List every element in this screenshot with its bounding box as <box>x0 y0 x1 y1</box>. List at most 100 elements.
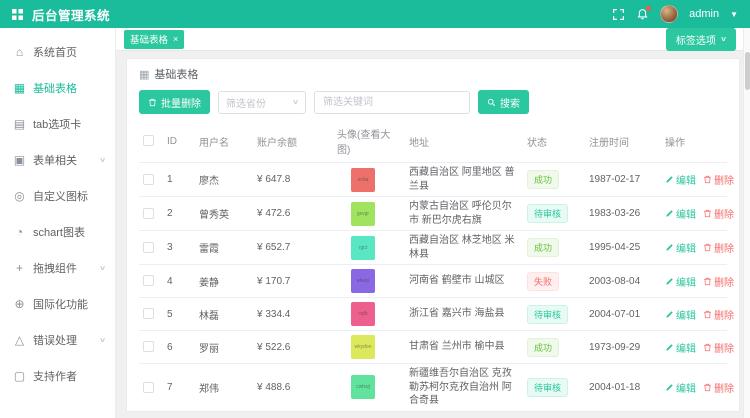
column-header: 头像(查看大图) <box>333 121 405 163</box>
sidebar-item-form[interactable]: ▣表单相关∨ <box>0 142 115 178</box>
edit-link[interactable]: 编辑 <box>665 340 696 355</box>
edit-link[interactable]: 编辑 <box>665 206 696 221</box>
user-caret-down-icon[interactable]: ▼ <box>730 10 738 19</box>
tab-tag-label: 基础表格 <box>130 32 168 46</box>
sidebar-item-label: 表单相关 <box>33 152 100 168</box>
user-avatar[interactable] <box>660 5 678 23</box>
edit-pencil-icon <box>665 175 674 184</box>
table-row: 5林磊¥ 334.4cqfh浙江省 嘉兴市 海盐县待审核2004-07-01编辑… <box>139 298 727 331</box>
avatar-thumbnail[interactable]: cwhwj <box>351 375 375 399</box>
avatar-thumbnail[interactable]: cqfh <box>351 302 375 326</box>
table-row: 4姜静¥ 170.7afeep河南省 鹤壁市 山城区失败2003-08-04编辑… <box>139 265 727 298</box>
delete-link[interactable]: 删除 <box>703 380 734 395</box>
avatar-thumbnail[interactable]: afeep <box>351 269 375 293</box>
edit-link[interactable]: 编辑 <box>665 172 696 187</box>
content-area: ▦ 基础表格 批量删除 筛选省份 ∨ <box>116 51 750 418</box>
cell-username: 廖杰 <box>195 163 253 197</box>
avatar-thumbnail[interactable]: gxvgr <box>351 202 375 226</box>
select-all-checkbox[interactable] <box>143 135 154 146</box>
cell-address: 西藏自治区 林芝地区 米林县 <box>405 231 523 265</box>
tag-options-button[interactable]: 标签选项 ∨ <box>666 28 736 51</box>
status-badge: 待审核 <box>527 204 568 223</box>
trash-icon <box>703 209 712 218</box>
bell-icon[interactable] <box>636 8 649 21</box>
edit-link[interactable]: 编辑 <box>665 274 696 289</box>
row-checkbox[interactable] <box>143 275 154 286</box>
edit-link[interactable]: 编辑 <box>665 240 696 255</box>
fullscreen-icon[interactable] <box>612 8 625 21</box>
sidebar-item-drag[interactable]: +拖拽组件∨ <box>0 250 115 286</box>
trash-icon <box>703 175 712 184</box>
row-checkbox[interactable] <box>143 341 154 352</box>
cell-registered: 2004-07-01 <box>585 298 661 331</box>
scrollbar-thumb[interactable] <box>745 52 750 90</box>
sidebar-item-home[interactable]: ⌂系统首页 <box>0 34 115 70</box>
sidebar-item-custom-icon[interactable]: ◎自定义图标 <box>0 178 115 214</box>
table-row: 7郑伟¥ 488.6cwhwj新疆维吾尔自治区 克孜勒苏柯尔克孜自治州 阿合奇县… <box>139 364 727 412</box>
row-checkbox[interactable] <box>143 208 154 219</box>
status-badge: 成功 <box>527 170 559 189</box>
province-filter-select[interactable]: 筛选省份 ∨ <box>218 91 306 114</box>
avatar-thumbnail[interactable]: ecba <box>351 168 375 192</box>
delete-link[interactable]: 删除 <box>703 274 734 289</box>
sidebar-item-basic-table[interactable]: ▦基础表格 <box>0 70 115 106</box>
table-row: 3雷霞¥ 652.7rgct西藏自治区 林芝地区 米林县成功1995-04-25… <box>139 231 727 265</box>
delete-link[interactable]: 删除 <box>703 340 734 355</box>
cell-id: 7 <box>163 364 195 412</box>
column-header: 账户余额 <box>253 121 333 163</box>
sidebar-item-error[interactable]: △错误处理∨ <box>0 322 115 358</box>
edit-link[interactable]: 编辑 <box>665 380 696 395</box>
username[interactable]: admin <box>689 8 719 20</box>
edit-link[interactable]: 编辑 <box>665 307 696 322</box>
avatar-thumbnail[interactable]: wkydon <box>351 335 375 359</box>
keyword-input[interactable] <box>314 91 470 114</box>
cell-registered: 1991-09-26 <box>585 411 661 412</box>
delete-link[interactable]: 删除 <box>703 307 734 322</box>
sidebar-item-schart[interactable]: ◔ schart图表 <box>0 214 115 250</box>
column-header: 操作 <box>661 121 727 163</box>
batch-delete-button[interactable]: 批量删除 <box>139 90 210 114</box>
search-icon <box>487 98 496 107</box>
chevron-down-icon: ∨ <box>292 98 299 106</box>
row-checkbox[interactable] <box>143 242 154 253</box>
cell-balance: ¥ 472.6 <box>253 197 333 231</box>
sidebar-item-i18n[interactable]: ⊕国际化功能 <box>0 286 115 322</box>
warning-icon: △ <box>13 333 26 347</box>
cell-balance: ¥ 522.6 <box>253 331 333 364</box>
cell-registered: 2003-08-04 <box>585 265 661 298</box>
tab-icon: ▤ <box>13 117 26 131</box>
delete-link[interactable]: 删除 <box>703 172 734 187</box>
menu-grid-icon[interactable] <box>12 9 23 20</box>
column-header: 地址 <box>405 121 523 163</box>
table-row: 8丁静¥ 407.5hhakweb山西省 太原市 迎泽区失败1991-09-26… <box>139 411 727 412</box>
trash-icon <box>703 277 712 286</box>
row-checkbox[interactable] <box>143 382 154 393</box>
sidebar-item-label: tab选项卡 <box>33 116 105 132</box>
sidebar-item-donate[interactable]: ▢支持作者 <box>0 358 115 394</box>
trash-icon <box>703 343 712 352</box>
tab-close-icon[interactable]: × <box>173 35 178 44</box>
vertical-scrollbar[interactable] <box>743 28 750 418</box>
chart-icon: ◔ <box>13 225 26 239</box>
tag-options-label: 标签选项 <box>676 32 716 47</box>
cell-registered: 1983-03-26 <box>585 197 661 231</box>
main-area: 基础表格 × 标签选项 ∨ ▦ 基础表格 <box>116 28 750 418</box>
sidebar-item-label: schart图表 <box>33 224 105 240</box>
cell-registered: 1995-04-25 <box>585 231 661 265</box>
status-badge: 成功 <box>527 238 559 257</box>
sidebar-item-tabs[interactable]: ▤ tab选项卡 <box>0 106 115 142</box>
row-checkbox[interactable] <box>143 174 154 185</box>
table-grid-icon: ▦ <box>139 68 149 81</box>
cell-address: 甘肃省 兰州市 榆中县 <box>405 331 523 364</box>
search-label: 搜索 <box>500 95 520 110</box>
edit-pencil-icon <box>665 343 674 352</box>
app-title: 后台管理系统 <box>32 5 110 24</box>
row-checkbox[interactable] <box>143 308 154 319</box>
cell-id: 3 <box>163 231 195 265</box>
avatar-thumbnail[interactable]: rgct <box>351 236 375 260</box>
search-button[interactable]: 搜索 <box>478 90 529 114</box>
delete-link[interactable]: 删除 <box>703 206 734 221</box>
delete-link[interactable]: 删除 <box>703 240 734 255</box>
sidebar-item-label: 自定义图标 <box>33 188 105 204</box>
tab-tag-basic-table[interactable]: 基础表格 × <box>124 30 184 49</box>
